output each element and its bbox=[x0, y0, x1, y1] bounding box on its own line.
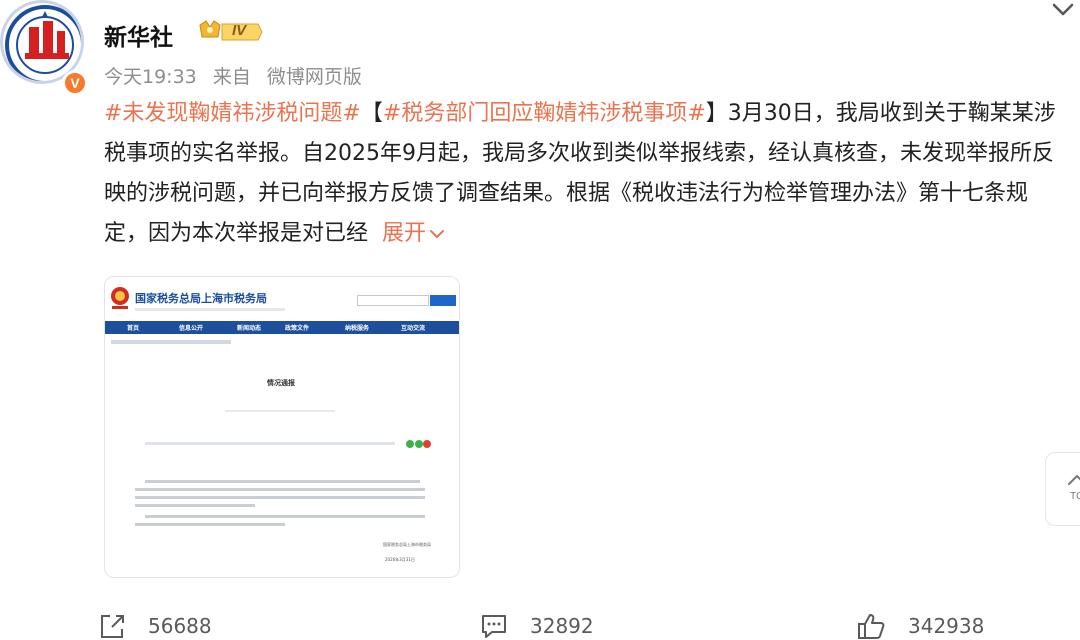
website-breadcrumb bbox=[111, 340, 231, 344]
thumbs-up-icon bbox=[858, 614, 885, 639]
scroll-top-button[interactable]: TC bbox=[1045, 452, 1080, 526]
comment-icon bbox=[482, 615, 506, 638]
topic-link[interactable]: #税务部门回应鞠婧祎涉税事项# bbox=[383, 101, 706, 126]
repost-icon bbox=[101, 615, 124, 638]
website-header: 国家税务总局上海市税务局 bbox=[105, 277, 459, 319]
website-search-button bbox=[430, 295, 456, 306]
website-nav-item: 首页 bbox=[127, 325, 140, 332]
website-nav-item: 纳税服务 bbox=[345, 325, 370, 332]
author-avatar[interactable]: V bbox=[0, 0, 88, 96]
expand-chevron-icon bbox=[430, 230, 445, 238]
doc-text-line bbox=[145, 515, 425, 518]
expand-button[interactable]: 展开 bbox=[382, 221, 446, 246]
expand-label: 展开 bbox=[382, 221, 427, 246]
verified-badge: V bbox=[62, 70, 88, 96]
website-search-input bbox=[357, 295, 429, 306]
repost-button[interactable]: 56688 bbox=[98, 612, 212, 640]
like-button[interactable]: 342938 bbox=[856, 612, 984, 640]
doc-text-line bbox=[145, 480, 420, 483]
chevron-down-icon[interactable] bbox=[1046, 0, 1080, 22]
website-title: 国家税务总局上海市税务局 bbox=[135, 292, 267, 305]
post-meta: 今天19:33 来自 微博网页版 bbox=[104, 62, 372, 89]
website-nav: 首页 信息公开 新闻动态 政策文件 纳税服务 互动交流 bbox=[105, 321, 459, 334]
chevron-up-icon bbox=[1068, 475, 1080, 485]
doc-text-line bbox=[135, 504, 255, 507]
bracket-open: 【 bbox=[360, 101, 383, 126]
scroll-top-label: TC bbox=[1070, 491, 1080, 502]
website-subtitle bbox=[135, 308, 285, 311]
level-label: IV bbox=[232, 22, 247, 39]
author-name[interactable]: 新华社 bbox=[104, 18, 173, 52]
post-source[interactable]: 微博网页版 bbox=[267, 66, 362, 88]
post-content: #未发现鞠婧祎涉税问题#【#税务部门回应鞠婧祎涉税事项#】3月30日，我局收到关… bbox=[104, 94, 1064, 254]
doc-divider bbox=[225, 410, 335, 412]
website-nav-item: 互动交流 bbox=[401, 325, 426, 332]
topic-link[interactable]: #未发现鞠婧祎涉税问题# bbox=[104, 101, 361, 126]
website-doc-title: 情况通报 bbox=[267, 379, 295, 387]
doc-sign-org: 国家税务总局上海市税务局 bbox=[383, 542, 431, 547]
like-count: 342938 bbox=[908, 614, 985, 638]
doc-text-line bbox=[135, 523, 285, 526]
source-prefix: 来自 bbox=[212, 66, 251, 88]
website-nav-item: 新闻动态 bbox=[237, 325, 262, 332]
tax-emblem-icon bbox=[111, 287, 129, 309]
repost-count: 56688 bbox=[148, 614, 212, 638]
comment-count: 32892 bbox=[530, 614, 594, 638]
doc-sign-date: 2026年3月31日 bbox=[385, 557, 415, 562]
post-image[interactable]: 国家税务总局上海市税务局 首页 信息公开 新闻动态 政策文件 纳税服务 互动交流… bbox=[104, 276, 460, 578]
doc-meta-line bbox=[145, 442, 395, 445]
level-badge-icon bbox=[199, 20, 263, 41]
post-time[interactable]: 今天19:33 bbox=[104, 66, 197, 88]
website-nav-item: 政策文件 bbox=[285, 325, 310, 332]
doc-text-line bbox=[135, 488, 425, 491]
comment-button[interactable]: 32892 bbox=[480, 612, 594, 640]
doc-text-line bbox=[135, 496, 425, 499]
website-nav-item: 信息公开 bbox=[179, 325, 204, 332]
share-icons bbox=[406, 440, 431, 448]
bracket-close: 】 bbox=[705, 101, 728, 126]
